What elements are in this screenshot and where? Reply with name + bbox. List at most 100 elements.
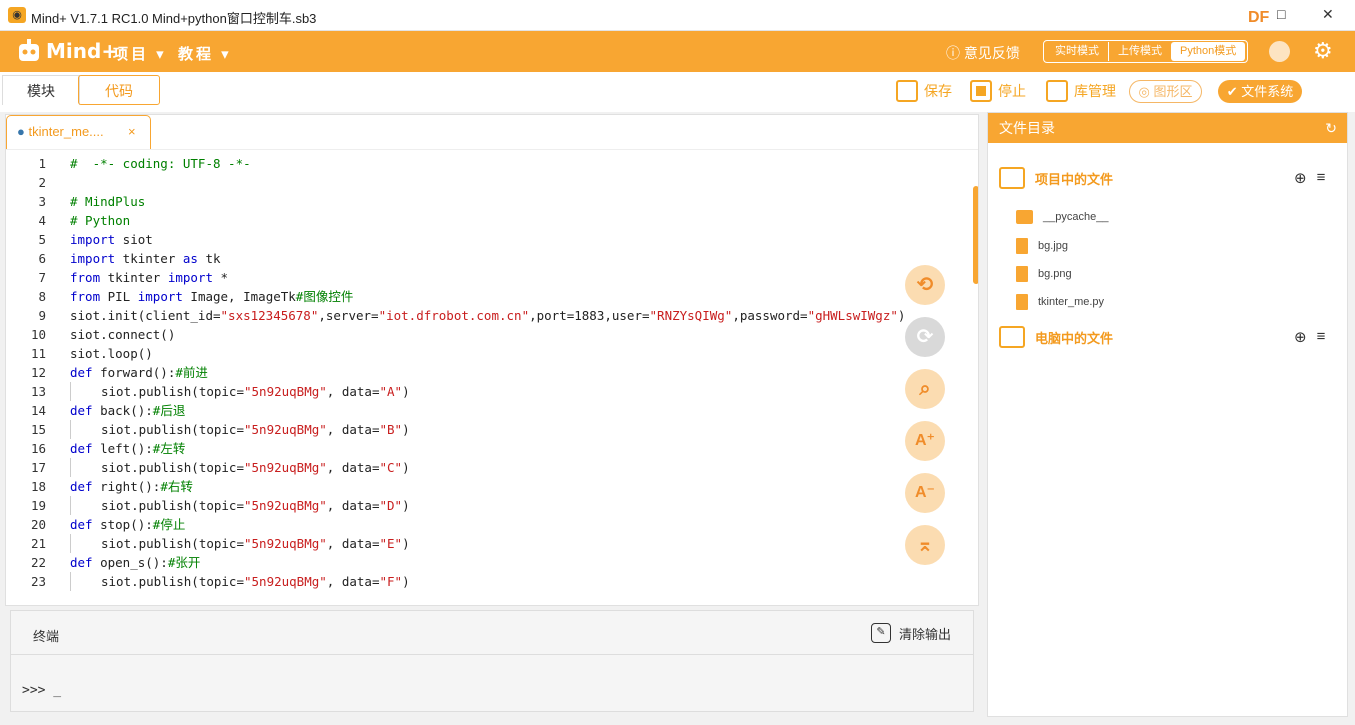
save-label: 保存: [924, 83, 952, 99]
close-window-button[interactable]: ✕: [1322, 6, 1334, 23]
code-text: ): [402, 384, 410, 399]
settings-gear-icon[interactable]: ⚙: [1313, 38, 1333, 64]
line-number: 10: [30, 327, 46, 342]
code-line: 21 siot.publish(topic="5n92uqBMg", data="…: [6, 534, 410, 553]
library-manager-button[interactable]: 库管理: [1046, 78, 1116, 104]
code-text: forward():: [92, 365, 176, 380]
code-keyword: from: [70, 289, 101, 304]
code-text: siot.loop(): [70, 346, 153, 361]
tab-code[interactable]: 代码: [78, 75, 160, 105]
robot-logo-icon: [19, 39, 39, 61]
terminal-panel: 终端 ✎ 清除输出 >>> _: [10, 610, 974, 712]
code-keyword: import: [167, 270, 213, 285]
code-string: "5n92uqBMg": [244, 384, 327, 399]
line-number: 4: [38, 213, 46, 228]
code-line: 22 def open_s():#张开: [6, 553, 200, 572]
file-item-tkinter-me-py[interactable]: tkinter_me.py: [1016, 294, 1104, 310]
maximize-button[interactable]: □: [1277, 6, 1285, 22]
redo-button[interactable]: ⟳: [905, 317, 945, 357]
code-line: 20 def stop():#停止: [6, 515, 185, 534]
computer-files-section[interactable]: 电脑中的文件: [999, 326, 1113, 348]
code-text: , data=: [326, 574, 380, 589]
toolbar: 模块 代码 保存 停止 库管理 ◎ 图形区 ✔ 文件系统: [0, 72, 1355, 112]
code-line: 4 # Python: [6, 211, 130, 230]
line-number: 20: [30, 517, 46, 532]
stop-button[interactable]: 停止: [970, 78, 1026, 104]
file-item-bg-jpg[interactable]: bg.jpg: [1016, 238, 1068, 254]
search-button[interactable]: ⌕: [905, 369, 945, 409]
font-increase-button[interactable]: A⁺: [905, 421, 945, 461]
refresh-icon[interactable]: ↻: [1325, 113, 1337, 143]
code-comment: #右转: [160, 479, 193, 494]
line-number: 2: [38, 175, 46, 190]
new-file-icon[interactable]: ⊕: [1294, 328, 1307, 346]
python-file-icon: ●: [17, 124, 25, 139]
mode-python[interactable]: Python模式: [1171, 42, 1246, 61]
code-line: 13 siot.publish(topic="5n92uqBMg", data="…: [6, 382, 410, 401]
tab-blocks[interactable]: 模块: [2, 75, 80, 105]
file-tab-tkinter[interactable]: ● tkinter_me.... ×: [6, 115, 151, 149]
menu-icon[interactable]: ≡: [1317, 169, 1326, 187]
code-line: 1 # -*- coding: UTF-8 -*-: [6, 154, 250, 173]
font-decrease-button[interactable]: A⁻: [905, 473, 945, 513]
code-line: 9 siot.init(client_id="sxs12345678",serve…: [6, 306, 905, 325]
computer-files-actions: ⊕ ≡: [1294, 328, 1325, 346]
code-line: 11 siot.loop(): [6, 344, 153, 363]
code-text: tk: [197, 251, 221, 266]
line-number: 14: [30, 403, 46, 418]
line-number: 9: [38, 308, 46, 323]
code-keyword: def: [70, 365, 93, 380]
graphic-area-button[interactable]: ◎ 图形区: [1129, 80, 1202, 103]
menu-tutorial[interactable]: 教程 ▾: [178, 43, 232, 64]
editor-scrollbar[interactable]: [973, 186, 978, 284]
code-text: siot.publish(topic=: [101, 422, 244, 437]
code-comment: #后退: [152, 403, 186, 418]
file-item-pycache[interactable]: __pycache__: [1016, 210, 1108, 224]
mode-upload[interactable]: 上传模式: [1108, 42, 1171, 61]
line-number: 5: [38, 232, 46, 247]
save-disk-icon: [896, 80, 918, 102]
code-comment: #停止: [152, 517, 186, 532]
clear-output-button[interactable]: ✎ 清除输出: [871, 623, 951, 643]
close-tab-icon[interactable]: ×: [128, 116, 136, 148]
code-string: "iot.dfrobot.com.cn": [378, 308, 530, 323]
code-string: "D": [379, 498, 403, 513]
code-line: 18 def right():#右转: [6, 477, 193, 496]
project-files-section[interactable]: 项目中的文件: [999, 167, 1113, 189]
file-icon: [1016, 238, 1028, 254]
file-item-bg-png[interactable]: bg.png: [1016, 266, 1072, 282]
code-text: ): [402, 422, 410, 437]
new-file-icon[interactable]: ⊕: [1294, 169, 1307, 187]
mindplus-app-icon: ◉: [8, 7, 26, 23]
code-text: PIL: [100, 289, 138, 304]
terminal-title: 终端: [33, 629, 60, 644]
code-line: 14 def back():#后退: [6, 401, 185, 420]
terminal-prompt[interactable]: >>> _: [22, 683, 61, 698]
code-line: 16 def left():#左转: [6, 439, 185, 458]
code-line: 7 from tkinter import *: [6, 268, 228, 287]
line-number: 18: [30, 479, 46, 494]
feedback-button[interactable]: ⓘ 意见反馈: [946, 43, 1020, 63]
code-text: tkinter: [115, 251, 183, 266]
code-text: siot.publish(topic=: [101, 498, 244, 513]
save-button[interactable]: 保存: [896, 78, 952, 104]
undo-button[interactable]: ⟲: [905, 265, 945, 305]
code-text: back():: [92, 403, 153, 418]
menu-icon[interactable]: ≡: [1317, 328, 1326, 346]
code-area[interactable]: 1 # -*- coding: UTF-8 -*- 2 3 # MindPlus 4…: [6, 149, 978, 605]
code-text: siot.publish(topic=: [101, 536, 244, 551]
code-line: 19 siot.publish(topic="5n92uqBMg", data="…: [6, 496, 410, 515]
scroll-top-button[interactable]: ⌅: [905, 525, 945, 565]
filesystem-button[interactable]: ✔ 文件系统: [1218, 80, 1302, 103]
code-string: "5n92uqBMg": [244, 498, 327, 513]
menu-project[interactable]: 项目 ▾: [113, 43, 167, 64]
user-avatar[interactable]: [1269, 41, 1290, 62]
code-string: "C": [379, 460, 403, 475]
question-icon: ⓘ: [946, 45, 964, 61]
mode-realtime[interactable]: 实时模式: [1046, 42, 1108, 61]
code-text: siot.publish(topic=: [101, 574, 244, 589]
menu-bar: Mind+ 项目 ▾ 教程 ▾ ⓘ 意见反馈 实时模式 上传模式 Python模…: [0, 31, 1355, 72]
code-text: # Python: [70, 213, 131, 228]
code-text: , data=: [326, 422, 380, 437]
code-keyword: def: [70, 403, 93, 418]
